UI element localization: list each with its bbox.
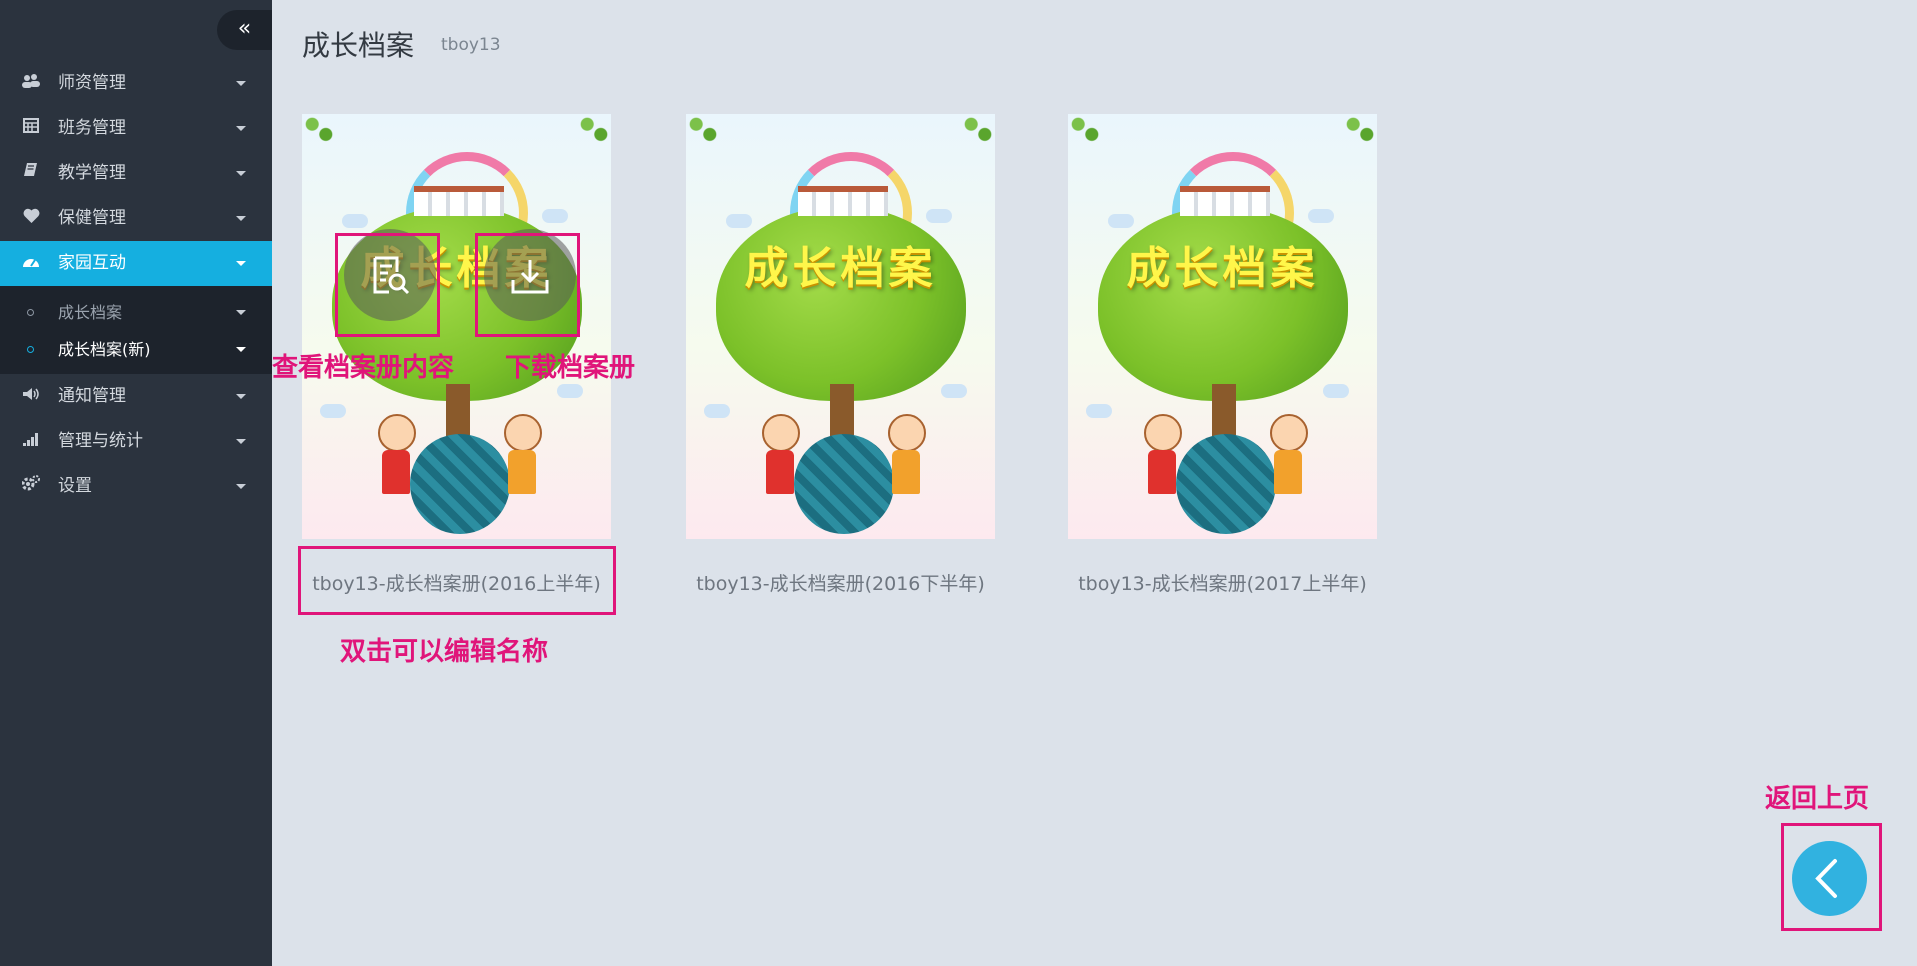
sidebar-subitem-label: 成长档案 [58, 303, 123, 322]
back-button[interactable] [1792, 841, 1867, 916]
leaves-decoration [961, 114, 995, 148]
cloud-illustration [1308, 209, 1334, 223]
sidebar-item-label: 保健管理 [58, 208, 126, 228]
volume-icon [20, 374, 42, 419]
book-icon [20, 151, 42, 196]
signal-icon [20, 419, 42, 464]
rename-hint-annotation: 双击可以编辑名称 [340, 637, 549, 667]
sidebar-item-label: 班务管理 [58, 118, 126, 138]
leaves-decoration [1068, 114, 1102, 148]
cloud-illustration [542, 209, 568, 223]
album-cover[interactable]: 成长档案 [686, 114, 995, 539]
cloud-illustration [1086, 404, 1112, 418]
circle-icon [27, 346, 34, 353]
view-button-highlight [335, 233, 440, 337]
leaves-decoration [686, 114, 720, 148]
cloud-illustration [557, 384, 583, 398]
cloud-illustration [926, 209, 952, 223]
leaves-decoration [302, 114, 336, 148]
download-button-highlight [475, 233, 580, 337]
sidebar-item-stats[interactable]: 管理与统计 [0, 419, 272, 464]
sidebar-item-teachers[interactable]: 师资管理 [0, 61, 272, 106]
page-title: 成长档案 [302, 29, 415, 62]
caret-down-icon [236, 171, 246, 176]
sidebar-item-teaching[interactable]: 教学管理 [0, 151, 272, 196]
album-name-highlight [298, 546, 616, 615]
album-card: 成长档案 tboy13-成长档案册(2017上半年) [1068, 114, 1377, 596]
boy-illustration [1264, 414, 1310, 504]
leaves-decoration [1343, 114, 1377, 148]
boy-illustration [882, 414, 928, 504]
calendar-icon [20, 106, 42, 151]
caret-down-icon [236, 347, 246, 352]
globe-illustration [410, 434, 510, 534]
girl-illustration [372, 414, 418, 504]
caret-down-icon [236, 126, 246, 131]
leaves-decoration [577, 114, 611, 148]
view-content-annotation: 查看档案册内容 [272, 353, 455, 383]
album-cover[interactable]: 成长档案 [1068, 114, 1377, 539]
houses-illustration [414, 186, 504, 216]
album-name[interactable]: tboy13-成长档案册(2016下半年) [686, 569, 995, 596]
globe-illustration [794, 434, 894, 534]
caret-down-icon [236, 216, 246, 221]
cloud-illustration [726, 214, 752, 228]
sidebar-item-home-school[interactable]: 家园互动 [0, 241, 272, 286]
cloud-illustration [941, 384, 967, 398]
sidebar-item-label: 通知管理 [58, 386, 126, 406]
users-icon [20, 61, 42, 106]
caret-down-icon [236, 394, 246, 399]
gears-icon [20, 464, 42, 509]
caret-down-icon [236, 261, 246, 266]
sidebar-subitem-growth-archive-new[interactable]: 成长档案(新) [0, 331, 272, 368]
cloud-illustration [1323, 384, 1349, 398]
download-annotation: 下载档案册 [505, 353, 636, 383]
cloud-illustration [704, 404, 730, 418]
cloud-illustration [320, 404, 346, 418]
sidebar-item-settings[interactable]: 设置 [0, 464, 272, 509]
sidebar-item-health[interactable]: 保健管理 [0, 196, 272, 241]
houses-illustration [1180, 186, 1270, 216]
sidebar-item-label: 家园互动 [58, 253, 126, 273]
caret-down-icon [236, 484, 246, 489]
caret-down-icon [236, 310, 246, 315]
sidebar-submenu: 成长档案 成长档案(新) [0, 286, 272, 374]
sidebar-item-label: 师资管理 [58, 73, 126, 93]
sidebar: « 师资管理 班务管理 教学管理 保健管理 家园互动 成长档案 成长档案(新) … [0, 0, 272, 966]
caret-down-icon [236, 439, 246, 444]
sidebar-item-class[interactable]: 班务管理 [0, 106, 272, 151]
sidebar-subitem-growth-archive[interactable]: 成长档案 [0, 294, 272, 331]
dashboard-icon [20, 241, 42, 286]
globe-illustration [1176, 434, 1276, 534]
girl-illustration [756, 414, 802, 504]
chevron-left-icon [1815, 859, 1837, 898]
boy-illustration [498, 414, 544, 504]
album-name[interactable]: tboy13-成长档案册(2017上半年) [1068, 569, 1377, 596]
cloud-illustration [342, 214, 368, 228]
sidebar-item-notice[interactable]: 通知管理 [0, 374, 272, 419]
cover-title: 成长档案 [744, 243, 937, 294]
houses-illustration [798, 186, 888, 216]
circle-icon [27, 309, 34, 316]
page-subtitle: tboy13 [441, 35, 501, 55]
girl-illustration [1138, 414, 1184, 504]
back-annotation: 返回上页 [1765, 784, 1870, 814]
heart-icon [20, 196, 42, 241]
sidebar-item-label: 设置 [58, 476, 92, 496]
cover-title: 成长档案 [1126, 243, 1319, 294]
cloud-illustration [1108, 214, 1134, 228]
album-card: 成长档案 tboy13-成长档案册(2016下半年) [686, 114, 995, 596]
sidebar-subitem-label: 成长档案(新) [58, 340, 151, 359]
sidebar-item-label: 教学管理 [58, 163, 126, 183]
sidebar-item-label: 管理与统计 [58, 431, 143, 451]
sidebar-menu: 师资管理 班务管理 教学管理 保健管理 家园互动 成长档案 成长档案(新) 通知… [0, 61, 272, 509]
caret-down-icon [236, 81, 246, 86]
sidebar-collapse-button[interactable]: « [217, 10, 272, 50]
